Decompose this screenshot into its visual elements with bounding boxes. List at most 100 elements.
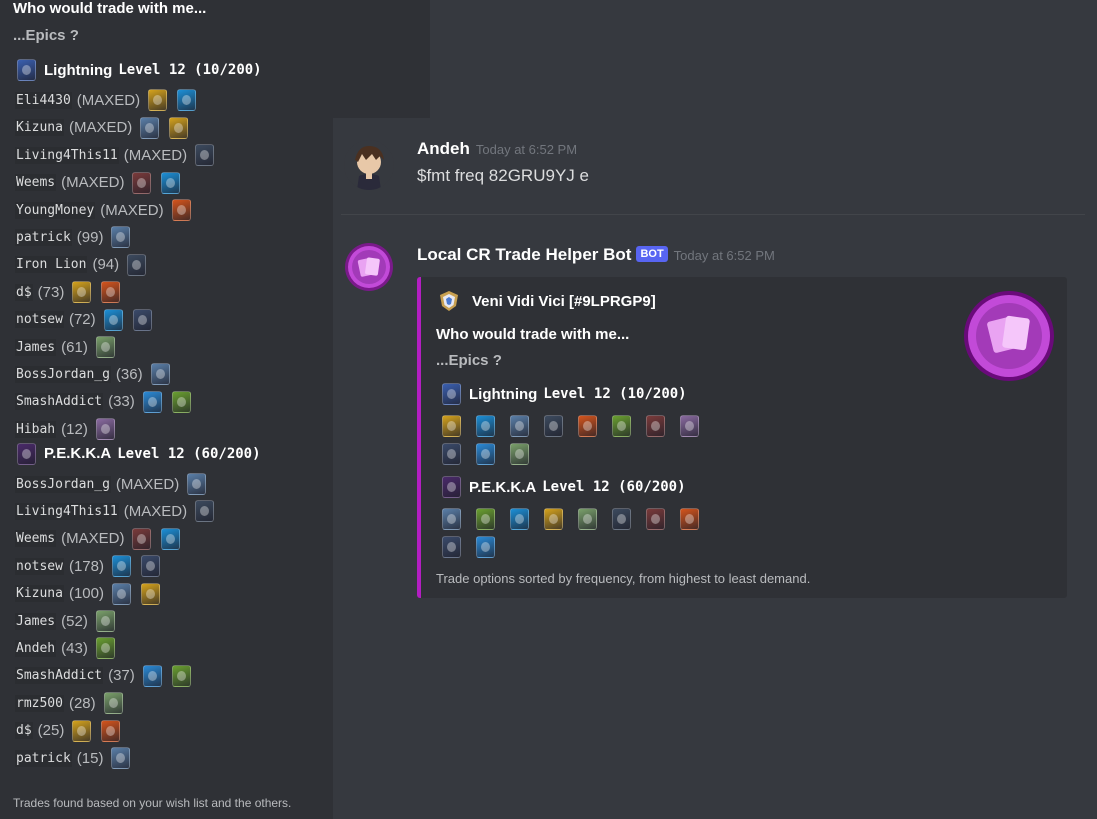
bot-tag: BOT (636, 246, 668, 262)
card-icon (111, 226, 131, 249)
player-row: notsew (72) (15, 307, 152, 333)
player-row: notsew (178) (15, 553, 160, 579)
player-count: (28) (68, 694, 96, 712)
player-cards (112, 582, 160, 605)
card-icon (112, 555, 131, 578)
embed-card-row (442, 415, 699, 437)
avatar-bot[interactable] (344, 242, 394, 292)
card-icon (112, 582, 131, 605)
player-cards (132, 527, 181, 550)
card-icon (72, 281, 92, 304)
player-cards (95, 637, 115, 660)
embed-card-row (442, 536, 495, 558)
player-count: (178) (68, 557, 104, 575)
player-row: BossJordan_g (MAXED) (15, 471, 207, 497)
player-cards (132, 171, 181, 194)
bot-name[interactable]: Local CR Trade Helper Bot (417, 245, 631, 264)
player-row: Living4This11 (MAXED) (15, 498, 215, 524)
author-andeh[interactable]: Andeh Today at 6:52 PM (417, 139, 577, 159)
player-count: (MAXED) (100, 201, 164, 219)
player-cards (111, 747, 131, 769)
card-icon (476, 536, 495, 558)
player-cards (171, 199, 191, 221)
player-count: (73) (37, 283, 65, 301)
card-icon (578, 508, 597, 530)
player-name: BossJordan_g (15, 365, 111, 383)
player-row: patrick (15) (15, 745, 131, 771)
card-icon (171, 390, 191, 413)
player-row: Weems (MAXED) (15, 170, 181, 196)
section-name: P.E.K.K.A (44, 445, 112, 463)
player-row: d$ (73) (15, 279, 121, 305)
section-name: Lightning (44, 61, 113, 79)
player-row: SmashAddict (33) (15, 389, 191, 415)
player-name: James (15, 612, 57, 630)
player-row: rmz500 (28) (15, 690, 123, 716)
card-icon (612, 415, 631, 437)
player-row: Hibah (12) (15, 416, 115, 442)
player-name: SmashAddict (15, 393, 104, 411)
player-count: (25) (37, 722, 65, 740)
card-icon (161, 527, 181, 550)
player-name: notsew (15, 557, 64, 575)
author-name[interactable]: Andeh (417, 139, 470, 158)
player-cards (72, 281, 121, 304)
left-embed-footer: Trades found based on your wish list and… (13, 796, 292, 810)
card-icon (142, 664, 162, 687)
player-cards (72, 719, 121, 742)
embed-section-level: Level 12 (10/200) (543, 386, 687, 402)
card-icon (103, 308, 123, 331)
embed-section-level: Level 12 (60/200) (542, 479, 686, 495)
player-row: James (52) (15, 608, 115, 634)
card-icon (169, 116, 189, 139)
embed-author-name: Veni Vidi Vici [#9LPRGP9] (472, 292, 656, 310)
player-cards (111, 226, 131, 249)
player-name: Hibah (15, 420, 57, 438)
card-icon (476, 508, 495, 530)
card-icon (132, 171, 152, 194)
player-name: BossJordan_g (15, 475, 111, 493)
player-count: (52) (61, 612, 88, 630)
player-row: patrick (99) (15, 224, 131, 250)
player-row: SmashAddict (37) (15, 663, 191, 689)
player-row: Andeh (43) (15, 635, 115, 661)
player-count: (61) (61, 338, 88, 356)
player-cards (148, 89, 197, 112)
message-divider (341, 214, 1085, 215)
player-count: (94) (92, 256, 120, 274)
avatar-andeh[interactable] (344, 140, 394, 190)
player-row: Iron Lion (94) (15, 252, 147, 278)
player-cards (140, 116, 189, 139)
player-row: Weems (MAXED) (15, 526, 181, 552)
embed-title: Who would trade with me... (436, 326, 630, 343)
author-bot[interactable]: Local CR Trade Helper Bot BOT Today at 6:5… (417, 245, 775, 265)
card-icon (544, 508, 563, 530)
embed-thumbnail (962, 289, 1056, 383)
player-count: (MAXED) (61, 174, 125, 192)
card-icon (442, 415, 461, 437)
player-name: Iron Lion (15, 256, 88, 274)
player-count: (100) (68, 585, 104, 603)
card-coin-icon (964, 291, 1054, 381)
player-name: patrick (15, 749, 72, 767)
player-name: Eli4430 (15, 91, 72, 109)
card-icon (680, 415, 699, 437)
player-name: notsew (15, 311, 64, 329)
message-timestamp: Today at 6:52 PM (475, 142, 578, 157)
card-icon (132, 308, 152, 331)
player-cards (95, 418, 115, 441)
embed-subtitle: ...Epics ? (436, 352, 502, 369)
player-row: BossJordan_g (36) (15, 361, 170, 387)
message-content: $fmt freq 82GRU9YJ e (417, 166, 589, 185)
pekka-card-icon (17, 442, 36, 465)
left-embed-title: Who would trade with me... (13, 0, 207, 17)
player-count: (72) (68, 311, 96, 329)
card-icon (171, 664, 191, 687)
section-card-icon (442, 383, 461, 405)
player-name: SmashAddict (15, 667, 104, 685)
card-icon (442, 536, 461, 558)
player-cards (112, 555, 160, 578)
card-icon (140, 116, 160, 139)
card-icon (510, 443, 529, 465)
card-icon (195, 144, 215, 167)
